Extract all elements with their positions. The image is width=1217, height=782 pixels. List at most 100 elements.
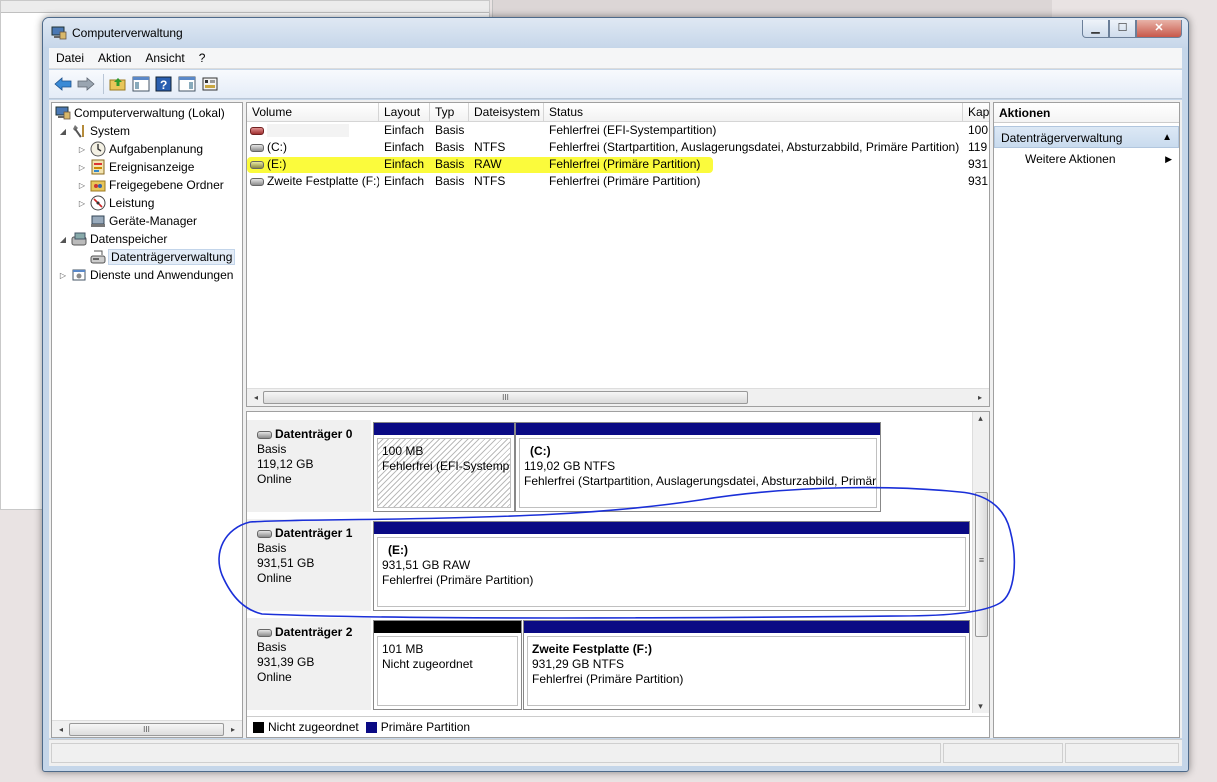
partition-bar	[524, 621, 969, 633]
tree-item-system[interactable]: ◢ System	[58, 122, 130, 140]
partition-efi[interactable]: 100 MB Fehlerfrei (EFI-Systempa	[373, 422, 515, 512]
partition-body: 100 MB Fehlerfrei (EFI-Systempa	[377, 438, 511, 508]
action-weitere-aktionen[interactable]: Weitere Aktionen ▶	[994, 148, 1179, 170]
tree-item-label: Ereignisanzeige	[109, 160, 195, 174]
tree-item-aufgabenplanung[interactable]: ▷ Aufgabenplanung	[77, 140, 203, 158]
disk-management-icon	[90, 249, 106, 265]
disk-state: Online	[257, 472, 292, 486]
scroll-thumb[interactable]: ≡	[975, 492, 988, 637]
minimize-button[interactable]: ▁	[1082, 20, 1109, 38]
expand-arrow-icon[interactable]: ▷	[77, 145, 87, 154]
tree-item-computerverwaltung[interactable]: Computerverwaltung (Lokal)	[55, 104, 225, 122]
forward-icon[interactable]	[76, 74, 96, 94]
computer-management-window: Computerverwaltung ▁ ☐ ✕ Datei Aktion An…	[42, 17, 1189, 772]
expand-arrow-icon[interactable]: ▷	[77, 199, 87, 208]
volume-fs: RAW	[474, 157, 502, 171]
scroll-left-icon[interactable]: ◂	[54, 722, 68, 737]
partition-f[interactable]: Zweite Festplatte (F:) 931,29 GB NTFS Fe…	[523, 620, 970, 710]
scroll-left-icon[interactable]: ◂	[249, 390, 263, 405]
svg-text:?: ?	[160, 78, 167, 92]
partition-c[interactable]: (C:) 119,02 GB NTFS Fehlerfrei (Startpar…	[515, 422, 881, 512]
partition-unallocated[interactable]: 101 MB Nicht zugeordnet	[373, 620, 522, 710]
tree-item-label: Dienste und Anwendungen	[90, 268, 234, 282]
window-title: Computerverwaltung	[72, 26, 183, 40]
collapse-up-icon[interactable]: ▲	[1162, 127, 1172, 149]
expand-arrow-icon[interactable]: ▷	[58, 271, 68, 280]
actions-section-datentraegerverwaltung[interactable]: Datenträgerverwaltung ▲	[994, 126, 1179, 148]
tree-item-ereignisanzeige[interactable]: ▷ Ereignisanzeige	[77, 158, 194, 176]
close-button[interactable]: ✕	[1136, 20, 1182, 38]
menu-aktion[interactable]: Aktion	[91, 51, 138, 65]
volume-status: Fehlerfrei (Startpartition, Auslagerungs…	[549, 140, 960, 154]
volume-row[interactable]: Zweite Festplatte (F:) Einfach Basis NTF…	[247, 173, 989, 190]
volume-row[interactable]: (E:) Einfach Basis RAW Fehlerfrei (Primä…	[247, 156, 989, 173]
title-bar[interactable]: Computerverwaltung ▁ ☐ ✕	[43, 18, 1188, 47]
menu-datei[interactable]: Datei	[49, 51, 91, 65]
back-icon[interactable]	[53, 74, 73, 94]
partition-name: Zweite Festplatte (F:)	[532, 642, 653, 656]
hard-disk-icon	[257, 430, 272, 439]
tree-item-label: Aufgabenplanung	[109, 142, 204, 156]
partition-size: 101 MB	[382, 642, 424, 656]
disk-info-0[interactable]: Datenträger 0 Basis 119,12 GB Online	[247, 420, 371, 512]
properties-icon[interactable]	[200, 74, 220, 94]
partition-e[interactable]: (E:) 931,51 GB RAW Fehlerfrei (Primäre P…	[373, 521, 970, 611]
menu-ansicht[interactable]: Ansicht	[138, 51, 191, 65]
volume-typ: Basis	[435, 157, 465, 171]
collapse-arrow-icon[interactable]: ◢	[58, 127, 68, 136]
expand-arrow-icon[interactable]: ▷	[77, 163, 87, 172]
disk-map-vertical-scrollbar[interactable]: ▴ ≡ ▾	[972, 412, 989, 713]
partition-bar	[516, 423, 880, 435]
tree-item-label: System	[90, 124, 131, 138]
tree-item-dienste[interactable]: ▷ Dienste und Anwendungen	[58, 266, 234, 284]
legend-label: Nicht zugeordnet	[268, 720, 359, 734]
column-header-layout[interactable]: Layout	[379, 103, 430, 122]
scroll-up-icon[interactable]: ▴	[973, 413, 988, 424]
partition-status: Fehlerfrei (Startpartition, Auslagerungs…	[524, 474, 877, 488]
volume-horizontal-scrollbar[interactable]: ◂ III ▸	[247, 388, 989, 406]
tree-item-datenspeicher[interactable]: ◢ Datenspeicher	[58, 230, 167, 248]
tree-item-geraete-manager[interactable]: Geräte-Manager	[90, 212, 197, 230]
tree-item-datentraegerverwaltung[interactable]: Datenträgerverwaltung	[90, 248, 236, 266]
volume-list-header: Volume Layout Typ Dateisystem Status Kap	[247, 103, 989, 122]
scroll-down-icon[interactable]: ▾	[973, 701, 988, 712]
column-header-volume[interactable]: Volume	[247, 103, 379, 122]
maximize-button[interactable]: ☐	[1109, 20, 1136, 38]
scroll-right-icon[interactable]: ▸	[973, 390, 987, 405]
partition-status: Fehlerfrei (EFI-Systempa	[382, 459, 511, 473]
column-header-dateisystem[interactable]: Dateisystem	[469, 103, 544, 122]
tree-item-freigegebene-ordner[interactable]: ▷ Freigegebene Ordner	[77, 176, 224, 194]
menu-bar: Datei Aktion Ansicht ?	[49, 48, 1182, 69]
column-header-typ[interactable]: Typ	[430, 103, 469, 122]
show-hide-tree-icon[interactable]	[131, 74, 151, 94]
tree-item-leistung[interactable]: ▷ Leistung	[77, 194, 154, 212]
scroll-thumb[interactable]: III	[69, 723, 224, 736]
menu-help[interactable]: ?	[192, 51, 213, 65]
disk-info-1[interactable]: Datenträger 1 Basis 931,51 GB Online	[247, 519, 371, 611]
partition-body: 101 MB Nicht zugeordnet	[377, 636, 518, 706]
disk-type: Basis	[257, 442, 287, 456]
scroll-right-icon[interactable]: ▸	[226, 722, 240, 737]
shared-folders-icon	[90, 177, 106, 193]
expand-arrow-icon[interactable]: ▷	[77, 181, 87, 190]
disk-volume-icon	[250, 160, 264, 169]
column-header-kapazitaet[interactable]: Kap	[963, 103, 991, 122]
partition-size: 931,51 GB RAW	[382, 558, 471, 572]
volume-row[interactable]: (C:) Einfach Basis NTFS Fehlerfrei (Star…	[247, 139, 989, 156]
volume-fs: NTFS	[474, 174, 506, 188]
disk-volume-icon	[250, 143, 264, 152]
collapse-arrow-icon[interactable]: ◢	[58, 235, 68, 244]
disk-state: Online	[257, 571, 292, 585]
partition-name: (E:)	[388, 543, 408, 557]
volume-kapazitaet: 100	[968, 123, 989, 137]
column-header-status[interactable]: Status	[544, 103, 963, 122]
action-label: Weitere Aktionen	[1025, 152, 1116, 166]
volume-row[interactable]: Einfach Basis Fehlerfrei (EFI-Systempart…	[247, 122, 989, 139]
show-hide-action-pane-icon[interactable]	[177, 74, 197, 94]
scroll-thumb[interactable]: III	[263, 391, 748, 404]
disk-info-2[interactable]: Datenträger 2 Basis 931,39 GB Online	[247, 618, 371, 710]
tree-horizontal-scrollbar[interactable]: ◂ III ▸	[52, 720, 242, 737]
system-tools-icon	[71, 123, 87, 139]
help-icon[interactable]: ?	[154, 74, 174, 94]
up-folder-icon[interactable]	[108, 74, 128, 94]
